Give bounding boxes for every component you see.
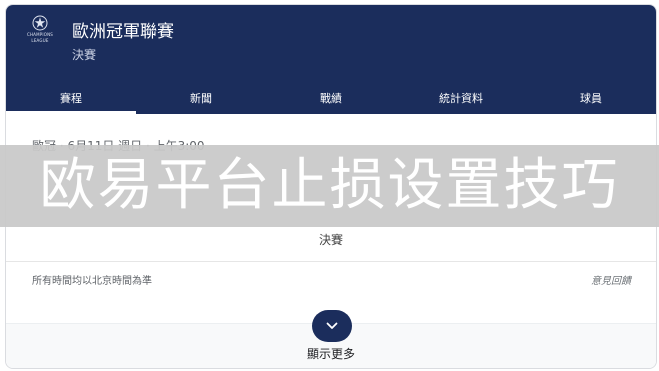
banner-text: 欧易平台止损设置技巧 — [39, 153, 620, 218]
league-header: CHAMPIONS LEAGUE 歐洲冠軍聯賽 決賽 賽程 新聞 戰績 統計資料… — [6, 5, 656, 114]
tab-bar: 賽程 新聞 戰績 統計資料 球員 — [6, 81, 656, 114]
logo-text-line1: CHAMPIONS — [26, 32, 54, 37]
timezone-footnote: 所有時間均以北京時間為準 — [32, 276, 152, 287]
divider — [6, 261, 656, 262]
league-title: 歐洲冠軍聯賽 — [72, 22, 174, 42]
show-more-button[interactable] — [312, 310, 352, 342]
tab-schedule[interactable]: 賽程 — [6, 81, 136, 114]
tab-players[interactable]: 球員 — [526, 81, 656, 114]
tab-results[interactable]: 戰績 — [266, 81, 396, 114]
feedback-link[interactable]: 意見回饋 — [591, 275, 631, 289]
chevron-down-icon — [326, 322, 338, 329]
watermark-banner: 欧易平台止损设置技巧 — [0, 145, 659, 227]
logo-text-line2: LEAGUE — [31, 38, 49, 43]
starball-icon — [32, 15, 48, 31]
show-more-label[interactable]: 顯示更多 — [6, 346, 656, 362]
league-subtitle: 決賽 — [72, 48, 97, 62]
tab-news[interactable]: 新聞 — [136, 81, 266, 114]
match-stage: 決賽 — [318, 233, 343, 247]
tab-stats[interactable]: 統計資料 — [396, 81, 526, 114]
champions-league-logo: CHAMPIONS LEAGUE — [20, 15, 60, 51]
